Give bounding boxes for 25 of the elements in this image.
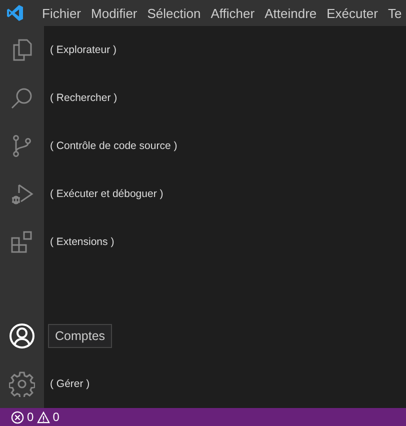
debug-icon[interactable] <box>10 182 34 206</box>
branch-icon[interactable] <box>10 134 34 158</box>
account-icon[interactable] <box>9 323 35 349</box>
menu-item[interactable]: Exécuter <box>322 6 383 20</box>
app-logo-icon <box>6 4 24 22</box>
menu-item[interactable]: Sélection <box>142 6 206 20</box>
error-count[interactable]: 0 <box>27 410 34 424</box>
error-icon[interactable] <box>11 410 24 424</box>
icon-label: ( Contrôle de code source ) <box>50 140 178 152</box>
icon-label: ( Explorateur ) <box>50 44 117 56</box>
menu-item[interactable]: Te <box>382 6 406 20</box>
search-icon[interactable] <box>10 86 34 110</box>
icon-label: ( Gérer ) <box>50 378 90 390</box>
menu-item[interactable]: Fichier <box>37 6 86 20</box>
warning-count[interactable]: 0 <box>52 410 60 424</box>
menu-item[interactable]: Atteindre <box>260 6 322 20</box>
icon-label: ( Rechercher ) <box>50 92 118 104</box>
icon-label: ( Exécuter et déboguer ) <box>50 188 164 200</box>
tooltip: Comptes <box>48 324 112 348</box>
warning-icon[interactable] <box>36 410 50 424</box>
extensions-icon[interactable] <box>10 230 34 254</box>
settings-icon[interactable] <box>9 371 35 397</box>
icon-label: ( Extensions ) <box>50 236 114 248</box>
menu-item[interactable]: Afficher <box>206 6 260 20</box>
menu-item[interactable]: Modifier <box>86 6 142 20</box>
